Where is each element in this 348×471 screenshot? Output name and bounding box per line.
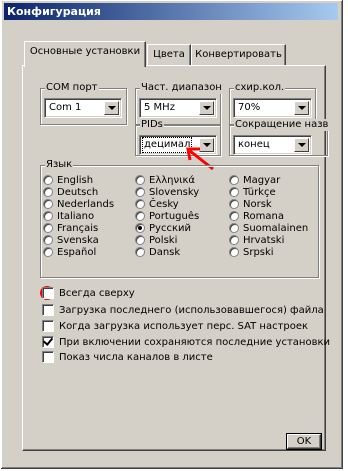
- option-checkbox-label: Когда загрузка использует перс. SAT наст…: [59, 321, 309, 332]
- radio-circle-icon[interactable]: [135, 199, 145, 209]
- checkbox-box-icon[interactable]: [42, 304, 54, 316]
- freq-range-select[interactable]: 5 MHz: [139, 98, 217, 118]
- checkbox-box-icon[interactable]: [42, 320, 54, 332]
- radio-circle-icon[interactable]: [135, 247, 145, 257]
- radio-circle-icon[interactable]: [43, 247, 53, 257]
- radio-circle-icon[interactable]: [135, 223, 145, 233]
- language-radio-label: Srpski: [243, 247, 274, 258]
- tab-main-settings[interactable]: Основные установки: [24, 41, 146, 67]
- language-label: Язык: [45, 159, 74, 171]
- com-port-value: Com 1: [49, 102, 82, 113]
- radio-circle-icon[interactable]: [43, 175, 53, 185]
- freq-range-value: 5 MHz: [144, 102, 175, 113]
- com-port-select[interactable]: Com 1: [44, 98, 122, 118]
- radio-circle-icon[interactable]: [135, 211, 145, 221]
- radio-circle-icon[interactable]: [135, 175, 145, 185]
- tab-colors[interactable]: Цвета: [147, 44, 191, 65]
- ok-button[interactable]: OK: [286, 433, 322, 450]
- option-checkbox-label: Всегда сверху: [59, 288, 135, 299]
- chevron-down-icon[interactable]: [294, 101, 309, 115]
- abbrev-label: Сокращение назв: [234, 119, 330, 131]
- radio-circle-icon[interactable]: [43, 235, 53, 245]
- radio-circle-icon[interactable]: [43, 187, 53, 197]
- config-dialog: Конфигурация Основные установки Цвета Ко…: [1, 0, 343, 469]
- language-radio-label: Español: [57, 247, 97, 258]
- abbrev-value: конец: [238, 139, 270, 150]
- abbrev-select[interactable]: конец: [233, 135, 312, 155]
- radio-circle-icon[interactable]: [43, 199, 53, 209]
- option-checkbox-label: Показ числа каналов в листе: [59, 352, 213, 363]
- skhir-label: схир.кол.: [234, 82, 286, 94]
- pids-label: PIDs: [140, 119, 164, 131]
- chevron-down-icon[interactable]: [104, 101, 119, 115]
- com-port-label: COM порт: [45, 82, 99, 94]
- radio-circle-icon[interactable]: [135, 235, 145, 245]
- window-title: Конфигурация: [4, 3, 338, 20]
- freq-range-label: Част. диапазон: [140, 82, 223, 94]
- radio-circle-icon[interactable]: [229, 175, 239, 185]
- option-checkbox-label: При включении сохраняются последние уста…: [59, 337, 331, 348]
- option-checkbox-label: Загрузка последнего (использовавшегося) …: [59, 305, 324, 316]
- radio-circle-icon[interactable]: [229, 199, 239, 209]
- radio-circle-icon[interactable]: [43, 223, 53, 233]
- radio-circle-icon[interactable]: [229, 247, 239, 257]
- skhir-value: 70%: [238, 102, 261, 113]
- radio-circle-icon[interactable]: [229, 235, 239, 245]
- tab-convert[interactable]: Конвертировать: [191, 44, 286, 65]
- chevron-down-icon[interactable]: [199, 101, 214, 115]
- radio-circle-icon[interactable]: [229, 187, 239, 197]
- chevron-down-icon[interactable]: [294, 138, 309, 152]
- checkbox-box-icon[interactable]: [42, 351, 54, 363]
- radio-circle-icon[interactable]: [229, 211, 239, 221]
- radio-circle-icon[interactable]: [229, 223, 239, 233]
- checkbox-box-icon[interactable]: [42, 287, 54, 299]
- radio-circle-icon[interactable]: [135, 187, 145, 197]
- checkbox-box-icon[interactable]: [42, 336, 54, 348]
- language-radio-label: Dansk: [149, 247, 181, 258]
- skhir-select[interactable]: 70%: [233, 98, 312, 118]
- radio-circle-icon[interactable]: [43, 211, 53, 221]
